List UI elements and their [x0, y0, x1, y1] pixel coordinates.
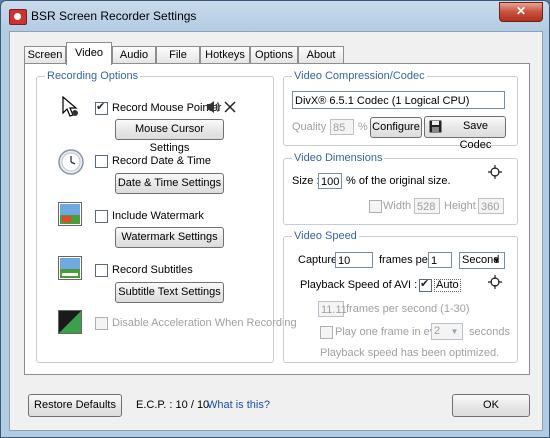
save-codec-label: Save Codec — [459, 120, 492, 151]
close-icon: ✕ — [515, 4, 527, 18]
record-subtitles-label: Record Subtitles — [112, 264, 193, 276]
record-date-time-label: Record Date & Time — [112, 155, 212, 167]
chevron-down-icon: ▼ — [450, 327, 459, 336]
size-input[interactable]: 100 — [318, 173, 342, 189]
height-label: Height : — [444, 200, 482, 212]
chevron-down-icon: ▼ — [492, 256, 501, 265]
ecp-label: E.C.P. : 10 / 10 — [136, 399, 210, 411]
size-label: Size : — [292, 175, 320, 187]
speaker-icon[interactable] — [205, 99, 221, 115]
mouse-pointer-icon — [62, 96, 78, 117]
auto-label: Auto — [434, 279, 461, 292]
disable-acceleration-checkbox[interactable] — [95, 317, 108, 330]
frames-per-input[interactable]: 1 — [428, 252, 452, 268]
settings-window: BSR Screen Recorder Settings ✕ Screen Vi… — [0, 0, 550, 438]
fps-input[interactable]: 11.11 — [318, 301, 347, 317]
capture-label: Capture — [298, 254, 338, 266]
video-speed-group: Video Speed Capture 10 frames per 1 Seco… — [283, 230, 518, 363]
save-codec-button[interactable]: Save Codec — [424, 116, 506, 151]
recording-options-group: Recording Options Record Mouse Pointer M… — [36, 70, 297, 363]
include-watermark-checkbox[interactable] — [95, 210, 108, 223]
disable-acceleration-label: Disable Acceleration When Recording — [112, 317, 297, 329]
tab-hotkeys[interactable]: Hotkeys — [200, 46, 250, 64]
watermark-image-icon — [58, 202, 82, 226]
record-subtitles-checkbox[interactable] — [95, 264, 108, 277]
clock-icon — [58, 149, 84, 175]
window-title: BSR Screen Recorder Settings — [31, 9, 197, 23]
tab-file[interactable]: File — [156, 46, 200, 64]
width-input[interactable]: 528 — [414, 198, 440, 214]
tab-about[interactable]: About — [298, 46, 344, 64]
play-one-frame-select[interactable]: 2 ▼ — [431, 323, 463, 340]
playback-status-text: Playback speed has been optimized. — [320, 347, 500, 359]
quality-unit: % — [358, 121, 368, 133]
ok-button[interactable]: OK — [452, 394, 530, 417]
record-mouse-pointer-checkbox[interactable] — [95, 100, 108, 115]
subtitle-text-settings-button[interactable]: Subtitle Text Settings — [115, 282, 224, 303]
height-input[interactable]: 360 — [478, 198, 504, 214]
video-speed-legend: Video Speed — [292, 230, 359, 242]
video-codec-legend: Video Compression/Codec — [292, 70, 427, 82]
video-tab-panel: Recording Options Record Mouse Pointer M… — [24, 63, 530, 375]
frames-per-label: frames per — [379, 254, 432, 266]
auto-checkbox[interactable] — [419, 277, 432, 292]
tab-audio[interactable]: Audio — [112, 46, 156, 64]
configure-button[interactable]: Configure — [370, 117, 422, 138]
recording-options-legend: Recording Options — [45, 70, 141, 82]
fps-label: frames per second (1-30) — [346, 303, 470, 315]
title-bar[interactable]: BSR Screen Recorder Settings ✕ — [1, 1, 549, 31]
width-label: Width : — [383, 200, 418, 212]
include-watermark-label: Include Watermark — [112, 210, 204, 222]
crosshair-icon[interactable] — [488, 275, 502, 289]
video-dimensions-group: Video Dimensions Size : 100 % of the ori… — [283, 152, 518, 225]
floppy-disk-icon — [429, 120, 442, 133]
subtitles-image-icon — [58, 256, 82, 280]
video-dimensions-legend: Video Dimensions — [292, 152, 385, 164]
dialog-client: Screen Video Audio File Hotkeys Options … — [9, 31, 543, 431]
close-button[interactable]: ✕ — [499, 2, 543, 22]
quality-input[interactable]: 85 — [330, 119, 354, 135]
width-checkbox[interactable] — [369, 200, 382, 213]
tab-options[interactable]: Options — [250, 46, 298, 64]
mute-x-icon[interactable] — [223, 100, 237, 114]
codec-field[interactable]: DivX® 6.5.1 Codec (1 Logical CPU) — [292, 91, 505, 109]
date-time-settings-button[interactable]: Date & Time Settings — [115, 173, 224, 194]
what-is-this-link[interactable]: What is this? — [207, 399, 270, 411]
tab-video[interactable]: Video — [66, 42, 112, 65]
play-one-frame-value: 2 — [434, 325, 441, 337]
video-codec-group: Video Compression/Codec DivX® 6.5.1 Code… — [283, 70, 518, 151]
playback-speed-label: Playback Speed of AVI : — [300, 279, 418, 291]
acceleration-icon — [58, 310, 82, 334]
seconds-label: seconds — [469, 326, 510, 338]
crosshair-icon[interactable] — [488, 165, 502, 179]
app-icon — [9, 9, 27, 25]
capture-input[interactable]: 10 — [335, 252, 373, 268]
play-one-frame-checkbox[interactable] — [320, 326, 333, 339]
tab-screen[interactable]: Screen — [24, 46, 66, 64]
mouse-cursor-settings-button[interactable]: Mouse Cursor Settings — [115, 119, 224, 154]
time-unit-select[interactable]: Second ▼ — [459, 252, 505, 269]
quality-label: Quality : — [292, 121, 333, 133]
record-date-time-checkbox[interactable] — [95, 155, 108, 168]
size-suffix: % of the original size. — [346, 175, 451, 187]
restore-defaults-button[interactable]: Restore Defaults — [28, 394, 122, 417]
watermark-settings-button[interactable]: Watermark Settings — [115, 227, 224, 248]
